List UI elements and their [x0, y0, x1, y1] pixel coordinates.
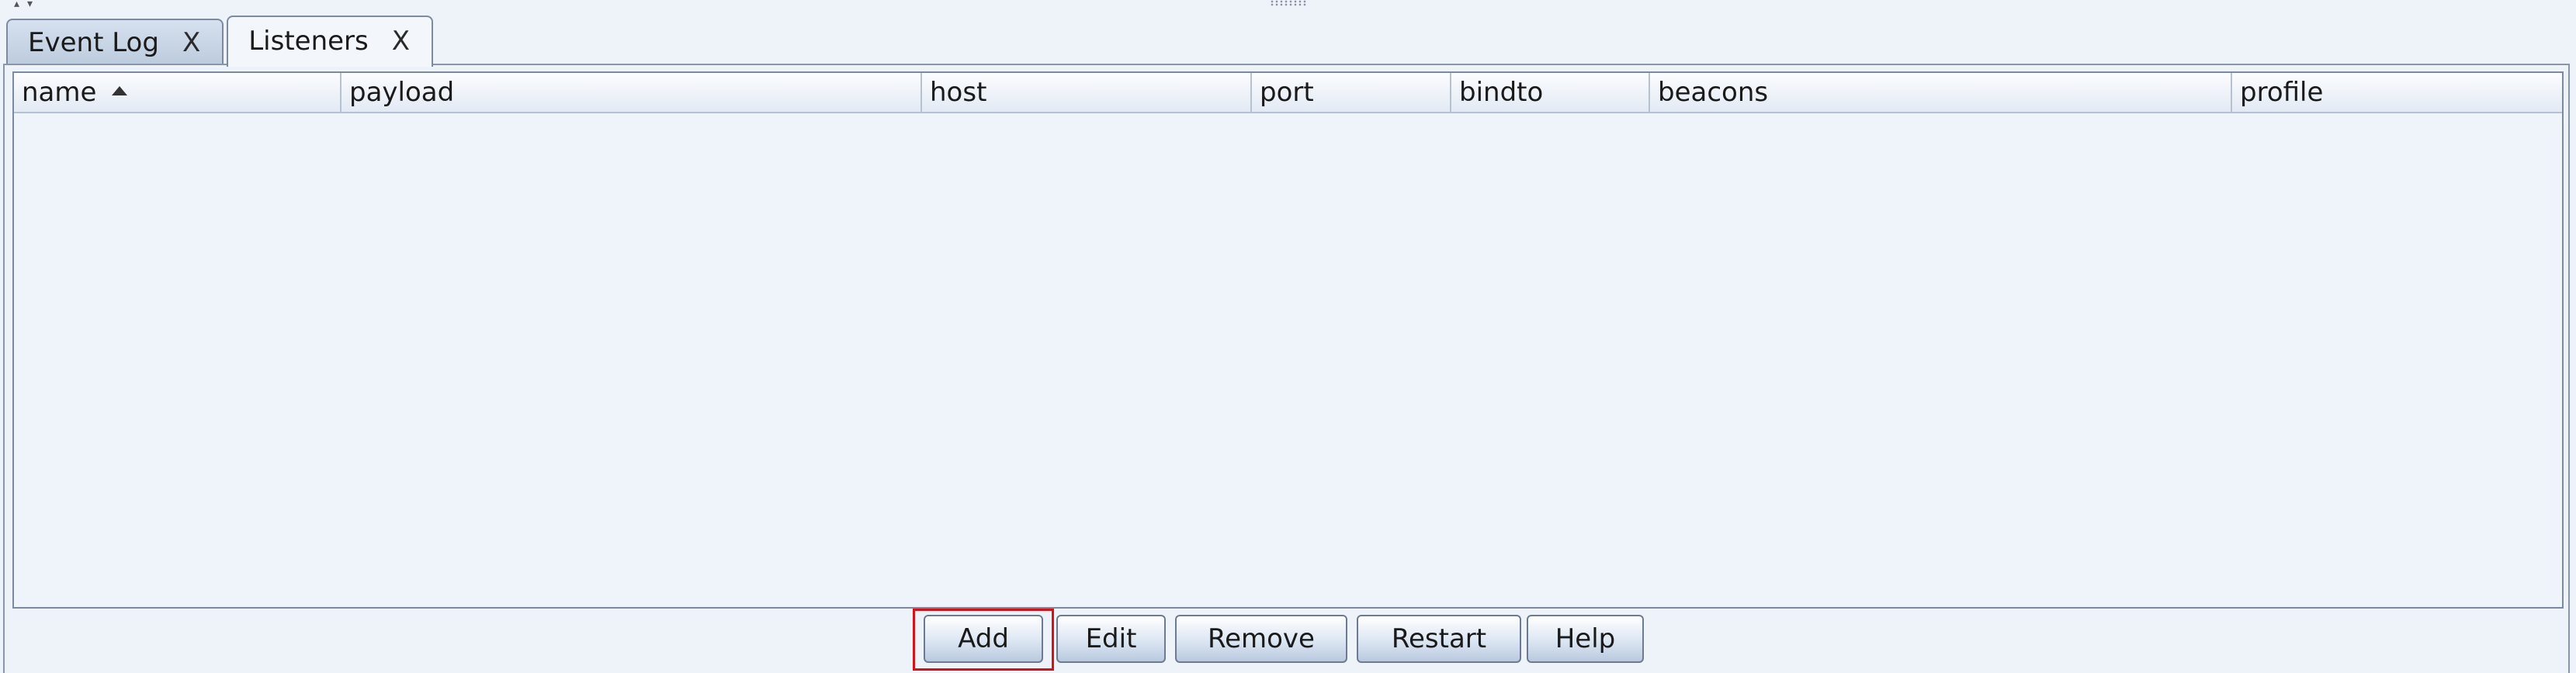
column-header-profile[interactable]: profile — [2232, 73, 2562, 112]
listeners-panel: name payload host port bindto beacons pr… — [3, 64, 2570, 673]
tab-event-log-label: Event Log — [28, 27, 159, 58]
edit-button[interactable]: Edit — [1056, 615, 1166, 663]
minimize-arrows-icon[interactable]: ▴▾ — [14, 0, 61, 9]
button-bar: Add Edit Remove Restart Help — [5, 609, 2568, 671]
tab-event-log[interactable]: Event Log X — [6, 19, 224, 65]
column-header-bindto[interactable]: bindto — [1451, 73, 1650, 112]
column-header-payload[interactable]: payload — [342, 73, 922, 112]
remove-button[interactable]: Remove — [1175, 615, 1347, 663]
column-header-beacons[interactable]: beacons — [1650, 73, 2232, 112]
table-header: name payload host port bindto beacons pr… — [14, 73, 2562, 113]
tab-listeners-label: Listeners — [248, 26, 369, 57]
sort-ascending-icon — [112, 85, 128, 95]
tab-listeners-close-icon[interactable]: X — [392, 26, 410, 57]
restart-button[interactable]: Restart — [1357, 615, 1521, 663]
splitter-grip-handle[interactable] — [1270, 0, 1307, 6]
help-button[interactable]: Help — [1527, 615, 1644, 663]
column-header-port[interactable]: port — [1252, 73, 1451, 112]
table-body[interactable] — [14, 113, 2562, 607]
column-header-host[interactable]: host — [922, 73, 1252, 112]
listeners-table: name payload host port bindto beacons pr… — [12, 71, 2564, 609]
add-button[interactable]: Add — [924, 615, 1043, 663]
column-header-name[interactable]: name — [14, 73, 342, 112]
tab-listeners[interactable]: Listeners X — [227, 16, 434, 67]
tab-bar: Event Log X Listeners X — [6, 14, 434, 67]
tab-event-log-close-icon[interactable]: X — [182, 27, 200, 58]
